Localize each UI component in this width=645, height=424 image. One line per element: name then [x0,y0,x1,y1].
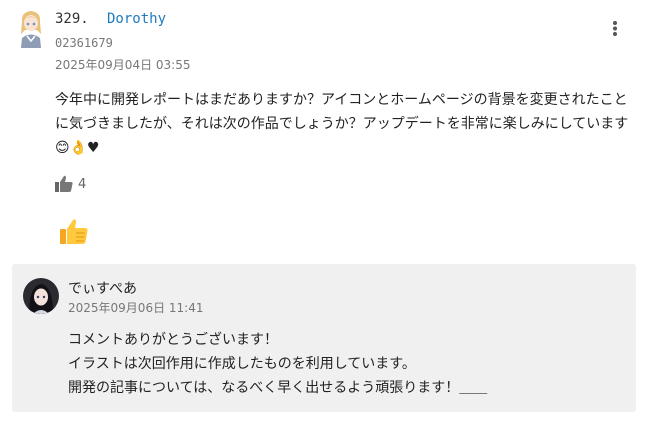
dark-hair-avatar-icon [23,278,59,314]
comment-number: 329. [55,11,89,27]
thumbs-up-reaction[interactable] [58,216,90,248]
kebab-menu-icon [613,21,617,36]
comment-timestamp: 2025年09月04日 03:55 [55,58,191,72]
reply-line: コメントありがとうございます！ [68,332,278,348]
like-button[interactable]: 4 [54,174,86,194]
like-count: 4 [78,176,87,192]
comment-card: 329. Dorothy 02361679 2025年09月04日 03:55 … [0,0,645,424]
reply-author: でぃすぺあ [68,281,138,297]
comment-body: 今年中に開発レポートはまだありますか？アイコンとホームページの背景を変更されたこ… [55,92,629,156]
more-options-button[interactable] [603,16,627,40]
reply-avatar[interactable] [23,278,59,314]
reply-line: 開発の記事については、なるべく早く出せるよう頑張ります！＿＿ [68,380,488,396]
reply-body: コメントありがとうございます！ イラストは次回作用に作成したものを利用しています… [68,328,628,400]
reply-card: でぃすぺあ 2025年09月06日 11:41 コメントありがとうございます！ … [12,264,636,412]
anime-girl-avatar-icon [17,8,45,48]
user-avatar[interactable] [17,8,45,48]
reply-timestamp: 2025年09月06日 11:41 [68,301,204,315]
author-user-id: 02361679 [55,36,113,50]
comment-author-link[interactable]: Dorothy [107,11,166,27]
thumbs-up-icon [55,175,73,192]
reply-line: イラストは次回作用に作成したものを利用しています。 [68,356,416,372]
thumbs-up-emoji-icon [60,219,88,244]
